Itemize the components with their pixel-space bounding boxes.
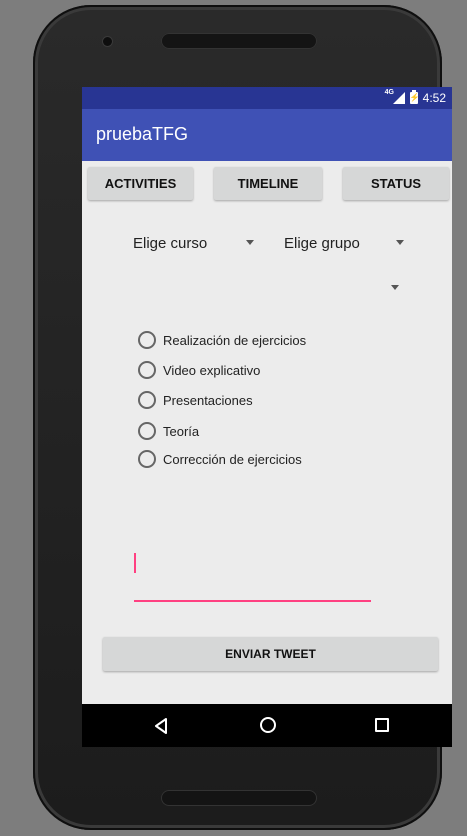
radio-label: Presentaciones [163,392,253,408]
camera-lens [103,37,112,46]
signal-icon: 4G [385,89,405,104]
home-icon[interactable] [260,717,276,733]
battery-icon: ⚡ [409,90,420,104]
radio-button-icon[interactable] [138,331,156,349]
radio-button-icon[interactable] [138,450,156,468]
radio-option-video[interactable]: Video explicativo [138,361,260,379]
text-cursor [134,553,136,573]
back-icon[interactable] [154,718,168,734]
radio-option-presentaciones[interactable]: Presentaciones [138,391,253,409]
radio-label: Realización de ejercicios [163,332,307,348]
radio-option-correccion[interactable]: Corrección de ejercicios [138,450,302,468]
timeline-button[interactable]: TIMELINE [214,167,322,200]
screen: 4G ⚡ 4:52 pruebaTFG ACTIVITIES TIMELINE … [82,87,452,747]
radio-button-icon[interactable] [138,391,156,409]
radio-label: Teoría [163,423,200,439]
radio-button-icon[interactable] [138,422,156,440]
radio-label: Video explicativo [163,362,261,378]
activities-button[interactable]: ACTIVITIES [88,167,193,200]
send-tweet-button[interactable]: ENVIAR TWEET [103,637,438,671]
status-time: 4:52 [422,91,446,105]
radio-option-teoria[interactable]: Teoría [138,422,199,440]
course-dropdown-arrow-icon[interactable] [246,240,254,245]
status-bar: 4G ⚡ 4:52 [82,87,452,109]
group-spinner[interactable]: Elige grupo [284,235,360,252]
tweet-input-underline[interactable] [134,600,371,602]
status-button[interactable]: STATUS [343,167,449,200]
third-dropdown-arrow-icon[interactable] [391,285,399,290]
recents-icon[interactable] [375,718,389,732]
navigation-bar [82,704,452,747]
course-spinner[interactable]: Elige curso [133,235,207,252]
bottom-speaker [161,790,317,806]
app-bar: pruebaTFG [82,109,452,161]
top-speaker [161,33,317,49]
group-dropdown-arrow-icon[interactable] [396,240,404,245]
app-title: pruebaTFG [96,124,189,144]
radio-option-realizacion[interactable]: Realización de ejercicios [138,331,306,349]
radio-label: Corrección de ejercicios [163,451,302,467]
phone-frame: 4G ⚡ 4:52 pruebaTFG ACTIVITIES TIMELINE … [33,5,452,830]
radio-button-icon[interactable] [138,361,156,379]
